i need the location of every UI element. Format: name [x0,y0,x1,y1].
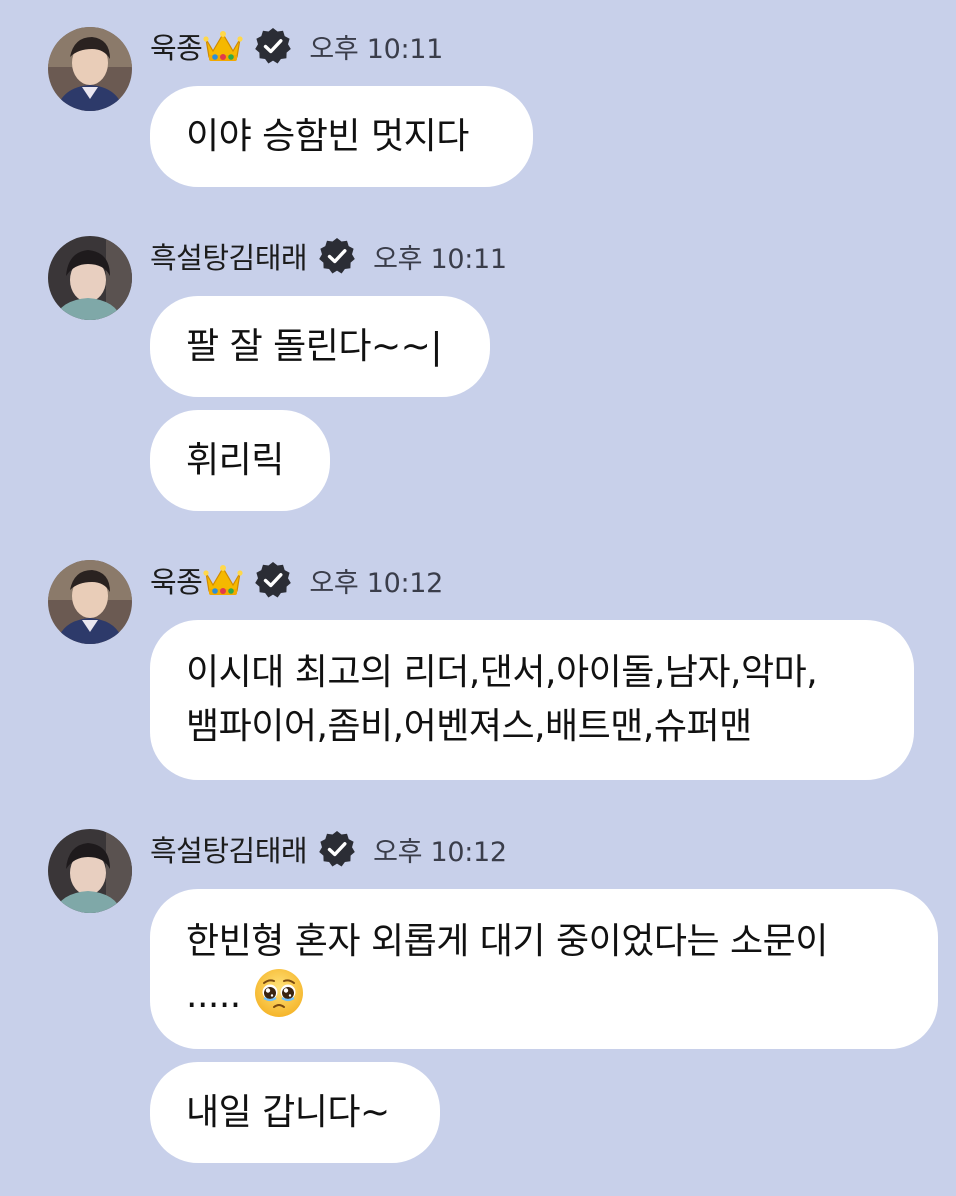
message-bubble[interactable]: 휘리릭 [150,410,330,511]
message-bubble[interactable]: 팔 잘 돌린다~~| [150,296,490,397]
avatar[interactable] [48,27,132,111]
message-text: 휘리릭 [186,439,284,481]
timestamp: 오후 10:11 [309,33,444,65]
message-text-line: 이시대 최고의 리더,댄서,아이돌,남자,악마, [186,652,818,693]
avatar[interactable] [48,829,132,913]
sender-name[interactable]: 흑설탕김태래 [150,235,308,277]
message-text-line: 한빈형 혼자 외롭게 대기 중이었다는 소문이 [186,921,828,962]
pleading-face-emoji-icon [253,967,305,1019]
verified-badge-icon [253,26,293,66]
verified-badge-icon [317,829,357,869]
sender-name[interactable]: 욱종 [150,559,203,601]
message-text-line: 뱀파이어,좀비,어벤져스,배트맨,슈퍼맨 [186,706,752,747]
timestamp: 오후 10:12 [373,836,507,868]
message-text: 이야 승함빈 멋지다 [186,115,469,157]
message-text-line: ..... [186,969,902,1023]
message-bubble[interactable]: 이시대 최고의 리더,댄서,아이돌,남자,악마, 뱀파이어,좀비,어벤져스,배트… [150,620,914,780]
verified-badge-icon [253,560,293,600]
message-text: 팔 잘 돌린다~~| [186,325,442,367]
crown-icon [203,563,243,597]
timestamp: 오후 10:11 [373,243,507,275]
sender-name[interactable]: 욱종 [150,25,203,67]
message-bubble[interactable]: 이야 승함빈 멋지다 [150,86,533,187]
message-text-ellipsis: ..... [186,975,241,1016]
message-text: 내일 갑니다~ [186,1091,390,1133]
sender-name[interactable]: 흑설탕김태래 [150,828,308,870]
avatar[interactable] [48,560,132,644]
message-bubble[interactable]: 한빈형 혼자 외롭게 대기 중이었다는 소문이 ..... [150,889,938,1049]
message-bubble[interactable]: 내일 갑니다~ [150,1062,440,1163]
avatar[interactable] [48,236,132,320]
crown-icon [203,29,243,63]
timestamp: 오후 10:12 [309,567,444,599]
verified-badge-icon [317,236,357,276]
